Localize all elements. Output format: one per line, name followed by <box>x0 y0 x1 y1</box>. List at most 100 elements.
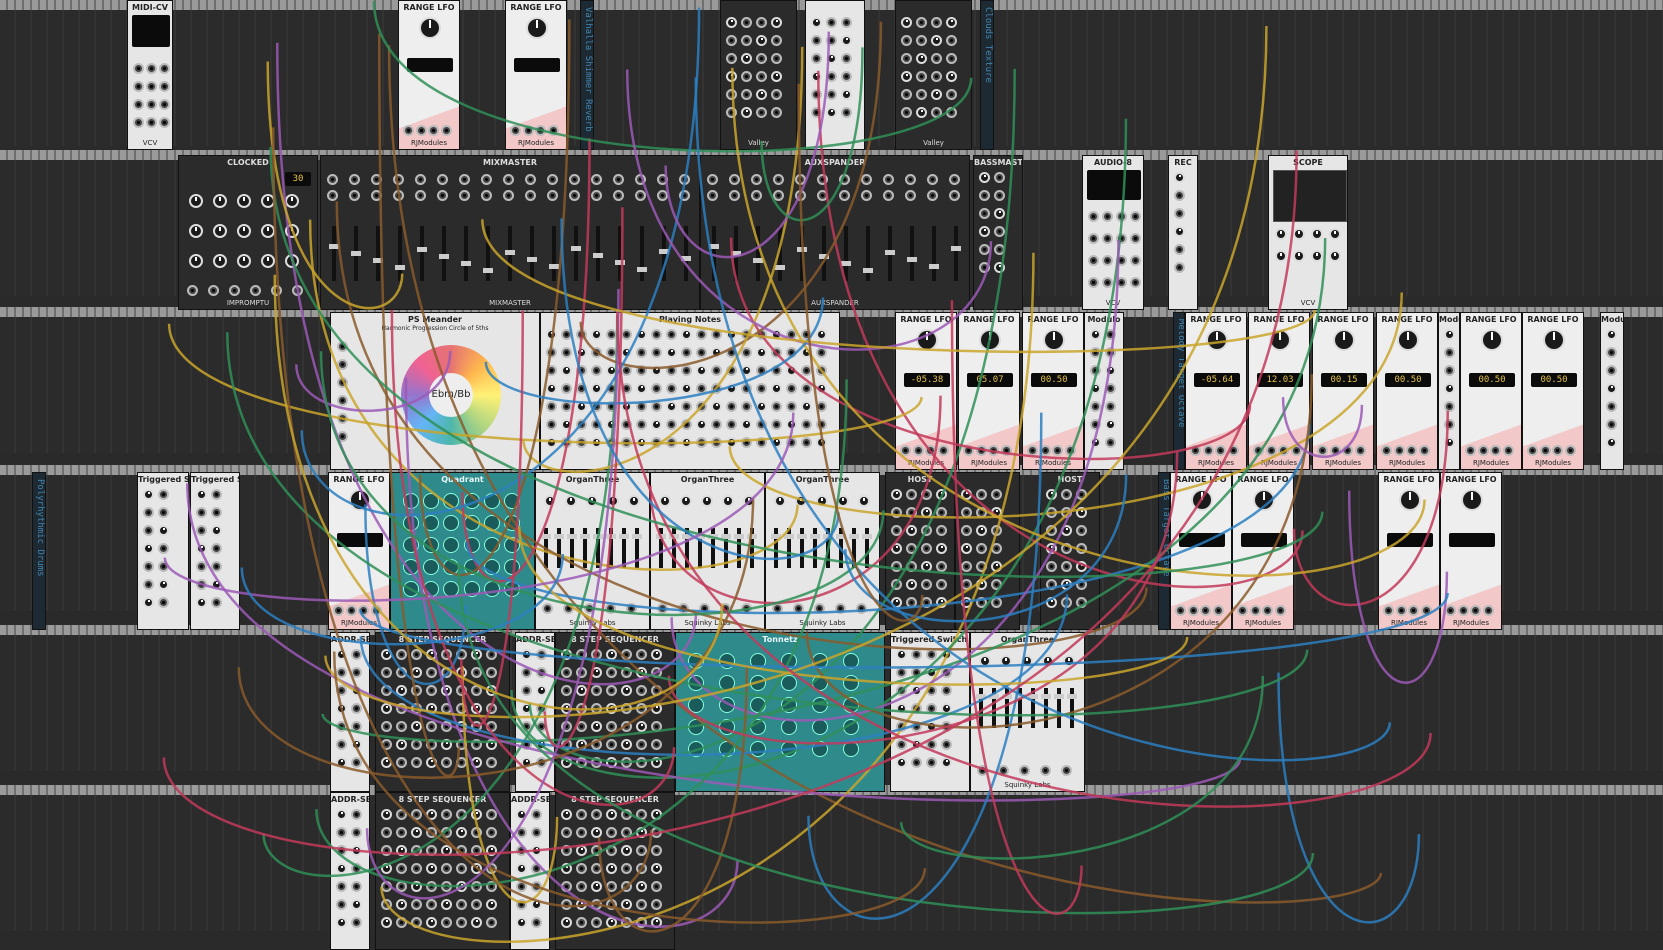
module-jack[interactable] <box>771 401 782 412</box>
module-jack[interactable] <box>636 863 647 874</box>
audio-jack[interactable] <box>1102 277 1113 288</box>
module-knob[interactable] <box>411 827 422 838</box>
lfo-jack[interactable] <box>510 125 521 136</box>
lfo-jack[interactable] <box>1064 445 1076 456</box>
module-jack[interactable] <box>441 809 452 820</box>
channel-input-jack[interactable] <box>927 190 938 201</box>
module-jack[interactable] <box>561 721 572 732</box>
lfo-jack[interactable] <box>1527 445 1538 456</box>
midi-output-jack[interactable] <box>133 81 144 92</box>
module-jack[interactable] <box>936 561 947 572</box>
organ-knob[interactable] <box>586 495 598 507</box>
module-jack[interactable] <box>786 347 797 358</box>
module-knob[interactable] <box>1606 329 1617 340</box>
channel-input-jack[interactable] <box>729 190 740 201</box>
fader-thumb[interactable] <box>329 244 339 249</box>
drawbar-thumb[interactable] <box>554 534 564 539</box>
lfo-jack[interactable] <box>370 605 382 616</box>
drawbar[interactable] <box>580 528 590 568</box>
module-jack[interactable] <box>516 845 527 856</box>
channel-fader[interactable] <box>395 226 405 281</box>
module-jack[interactable] <box>143 561 154 572</box>
pad-button[interactable] <box>688 675 704 691</box>
module-jack[interactable] <box>891 525 902 536</box>
drawbar[interactable] <box>989 688 999 728</box>
module-jack[interactable] <box>911 649 922 660</box>
module-knob[interactable] <box>521 757 532 768</box>
module-jack[interactable] <box>1105 401 1116 412</box>
module-jack[interactable] <box>576 329 587 340</box>
organ-knob[interactable] <box>1021 655 1033 667</box>
module-jack[interactable] <box>486 917 497 928</box>
channel-input-jack[interactable] <box>817 174 828 185</box>
module-jack[interactable] <box>591 347 602 358</box>
module-knob[interactable] <box>994 208 1005 219</box>
channel-fader[interactable] <box>819 226 829 281</box>
pad-button[interactable] <box>781 741 797 757</box>
module-knob[interactable] <box>926 667 937 678</box>
module-jack[interactable] <box>621 649 632 660</box>
module-knob[interactable] <box>381 917 392 928</box>
module-jack[interactable] <box>336 667 347 678</box>
module-jack[interactable] <box>771 107 782 118</box>
pad-button[interactable] <box>719 653 735 669</box>
rate-knob[interactable] <box>1191 489 1213 511</box>
module-jack[interactable] <box>1046 579 1057 590</box>
module-knob[interactable] <box>786 365 797 376</box>
module-jack[interactable] <box>1061 507 1072 518</box>
module-jack[interactable] <box>411 649 422 660</box>
module-jack[interactable] <box>591 685 602 696</box>
midi-output-jack[interactable] <box>159 63 170 74</box>
pad-button[interactable] <box>403 559 419 575</box>
scope-knob[interactable] <box>1329 250 1341 262</box>
module-jack[interactable] <box>621 419 632 430</box>
module-knob[interactable] <box>636 667 647 678</box>
module-jack[interactable] <box>621 365 632 376</box>
module-knob[interactable] <box>826 107 837 118</box>
module-knob[interactable] <box>991 507 1002 518</box>
module-jack[interactable] <box>941 721 952 732</box>
organ-knob[interactable] <box>659 495 671 507</box>
module-jack[interactable] <box>756 53 767 64</box>
module-jack[interactable] <box>741 347 752 358</box>
fader-thumb[interactable] <box>929 264 939 269</box>
drawbar-thumb[interactable] <box>771 534 781 539</box>
module-knob[interactable] <box>681 383 692 394</box>
lfo-jack[interactable] <box>1539 445 1551 456</box>
clock-jack[interactable] <box>250 285 261 296</box>
organ-knob[interactable] <box>607 495 619 507</box>
channel-input-jack[interactable] <box>591 190 602 201</box>
module-jack[interactable] <box>561 881 572 892</box>
lfo-jack[interactable] <box>1249 605 1261 616</box>
module-jack[interactable] <box>411 863 422 874</box>
organ-knob[interactable] <box>774 495 786 507</box>
module-knob[interactable] <box>816 437 827 448</box>
module-jack[interactable] <box>936 525 947 536</box>
lfo-jack[interactable] <box>1274 605 1286 616</box>
module-jack[interactable] <box>381 667 392 678</box>
module-jack[interactable] <box>976 507 987 518</box>
module-jack[interactable] <box>786 329 797 340</box>
pad-button[interactable] <box>781 675 797 691</box>
fader-thumb[interactable] <box>797 247 807 252</box>
module-jack[interactable] <box>906 489 917 500</box>
lfo-jack[interactable] <box>1265 445 1277 456</box>
module-jack[interactable] <box>1444 401 1455 412</box>
module-jack[interactable] <box>816 401 827 412</box>
module-jack[interactable] <box>591 809 602 820</box>
module-jack[interactable] <box>211 543 222 554</box>
rate-knob[interactable] <box>979 329 1001 351</box>
drawbar-thumb[interactable] <box>810 534 820 539</box>
module-knob[interactable] <box>1046 597 1057 608</box>
lfo-jack[interactable] <box>415 125 427 136</box>
pad-button[interactable] <box>750 653 766 669</box>
module-knob[interactable] <box>381 757 392 768</box>
channel-fader[interactable] <box>461 226 471 281</box>
module-knob[interactable] <box>561 917 572 928</box>
module-jack[interactable] <box>441 827 452 838</box>
clock-knob[interactable] <box>285 194 299 208</box>
module-jack[interactable] <box>336 685 347 696</box>
midi-output-jack[interactable] <box>133 117 144 128</box>
module-jack[interactable] <box>621 383 632 394</box>
module-jack[interactable] <box>841 17 852 28</box>
